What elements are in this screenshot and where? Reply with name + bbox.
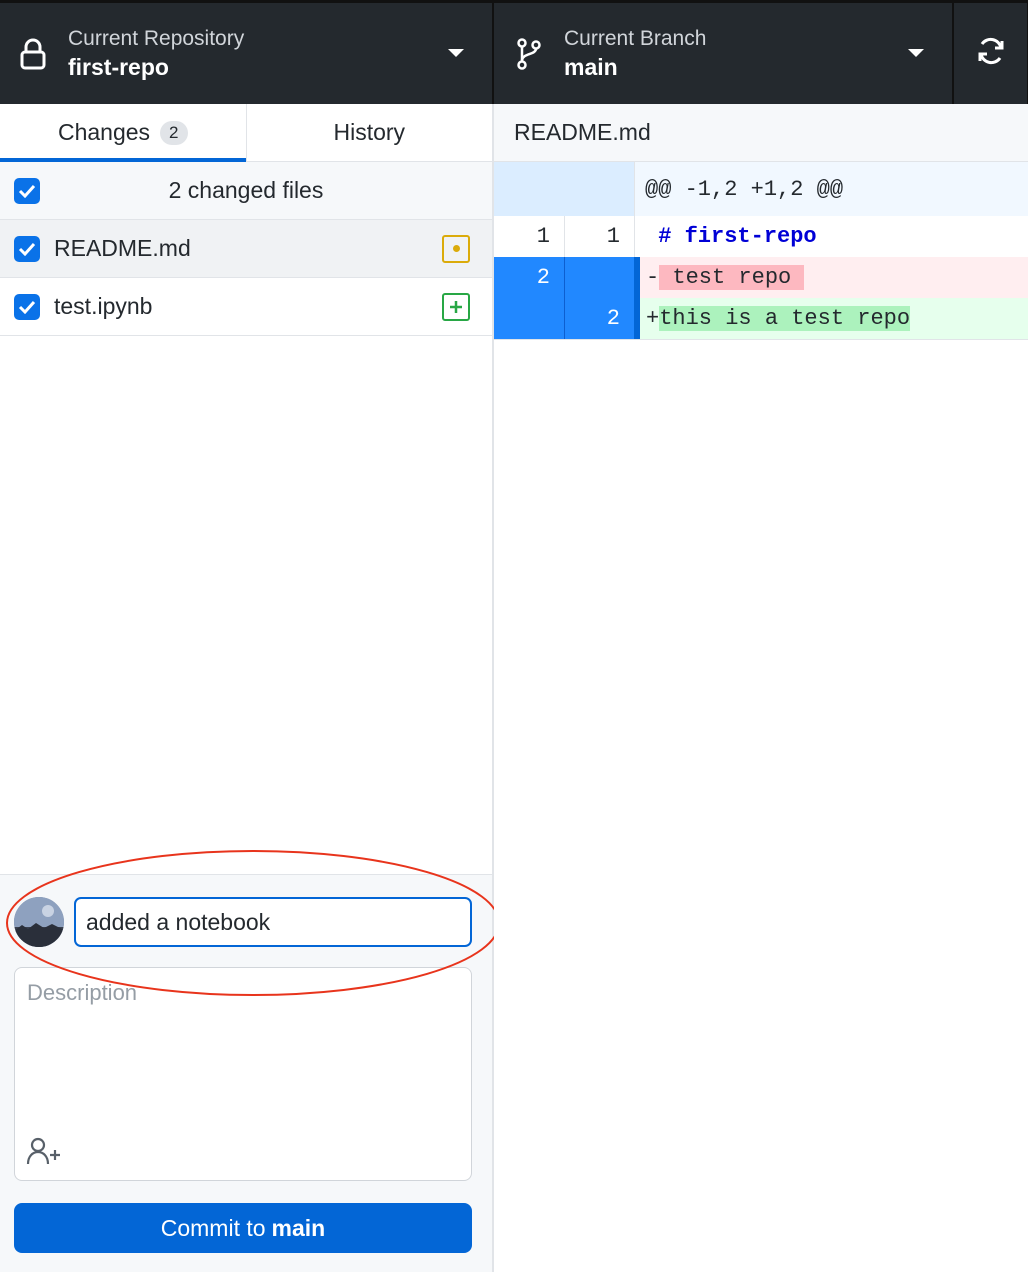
repository-label: Current Repository	[68, 26, 245, 50]
commit-button-branch: main	[271, 1214, 326, 1241]
diff-line-text: this is a test repo	[659, 306, 911, 331]
diff-line-prefix: -	[646, 265, 660, 290]
new-line-number	[564, 257, 634, 298]
file-name: test.ipynb	[54, 293, 153, 319]
old-line-number: 1	[536, 224, 550, 249]
file-row-test-ipynb[interactable]: test.ipynb	[0, 278, 492, 336]
check-icon	[18, 300, 36, 314]
old-line-number: 2	[494, 257, 564, 298]
diff-line[interactable]: 1 1 # first-repo	[494, 216, 1028, 257]
diff-line-deleted[interactable]: 2 - test repo	[494, 257, 1028, 298]
diff-line-prefix: +	[646, 306, 660, 331]
changed-files-summary: 2 changed files	[168, 177, 324, 203]
tab-changes-label: Changes	[57, 119, 151, 145]
repository-selector[interactable]: Current Repository first-repo	[0, 3, 494, 104]
check-icon	[18, 184, 36, 198]
file-modified-icon	[442, 234, 470, 263]
repository-name: first-repo	[68, 53, 169, 80]
new-line-number	[564, 162, 634, 216]
diff-file-header: README.md	[494, 104, 1028, 162]
diff-line-text: test repo	[659, 265, 805, 290]
diff-content: @@ -1,2 +1,2 @@ 1 1 # first-repo 2 - tes…	[494, 162, 1028, 340]
branch-selector[interactable]: Current Branch main	[494, 3, 954, 104]
file-checkbox[interactable]	[14, 235, 40, 262]
commit-description-box	[14, 967, 472, 1181]
diff-file-name: README.md	[514, 119, 651, 145]
git-branch-icon	[512, 37, 546, 71]
add-co-author-icon[interactable]	[25, 1134, 65, 1168]
file-checkbox[interactable]	[14, 293, 40, 320]
tab-history[interactable]: History	[245, 104, 493, 161]
changes-sidebar: Changes 2 History 2 changed files README…	[0, 104, 494, 1272]
tab-bar: Changes 2 History	[0, 104, 492, 162]
tab-history-label: History	[333, 119, 406, 145]
changes-count-badge: 2	[160, 120, 188, 145]
file-name: README.md	[54, 235, 191, 261]
diff-line-code: - test repo	[634, 257, 1028, 298]
fetch-origin-button[interactable]	[954, 3, 1028, 104]
file-added-icon	[442, 292, 470, 321]
commit-summary-input[interactable]	[74, 897, 472, 947]
tab-changes[interactable]: Changes 2	[0, 104, 246, 162]
new-line-number: 1	[564, 216, 634, 257]
commit-description-input[interactable]	[15, 968, 471, 1138]
diff-line-code: + this is a test repo	[634, 298, 1028, 339]
chevron-down-icon	[448, 49, 464, 57]
sync-icon	[975, 35, 1007, 72]
old-line-number	[494, 162, 564, 216]
hunk-header-text: @@ -1,2 +1,2 @@	[634, 162, 1028, 216]
diff-line-code: # first-repo	[634, 216, 1028, 257]
select-all-checkbox[interactable]	[14, 177, 40, 204]
diff-line-prefix	[645, 224, 658, 249]
branch-label: Current Branch	[564, 26, 707, 50]
branch-name: main	[564, 53, 618, 80]
avatar	[14, 897, 64, 947]
old-line-number	[494, 298, 564, 339]
diff-hunk-header[interactable]: @@ -1,2 +1,2 @@	[494, 162, 1028, 216]
new-line-number: 2	[564, 298, 634, 339]
commit-button[interactable]: Commit to main	[14, 1203, 472, 1253]
toolbar: Current Repository first-repo Current Br…	[0, 0, 1028, 104]
lock-icon	[16, 37, 50, 71]
changes-header: 2 changed files	[0, 162, 492, 220]
commit-panel: Commit to main	[0, 874, 492, 1272]
check-icon	[18, 242, 36, 256]
chevron-down-icon	[908, 49, 924, 57]
diff-viewer: README.md @@ -1,2 +1,2 @@ 1 1 # first-re…	[494, 104, 1028, 1272]
diff-line-added[interactable]: 2 + this is a test repo	[494, 298, 1028, 339]
commit-button-label: Commit to	[160, 1214, 266, 1241]
diff-line-text: # first-repo	[658, 224, 817, 249]
file-row-readme[interactable]: README.md	[0, 220, 492, 278]
